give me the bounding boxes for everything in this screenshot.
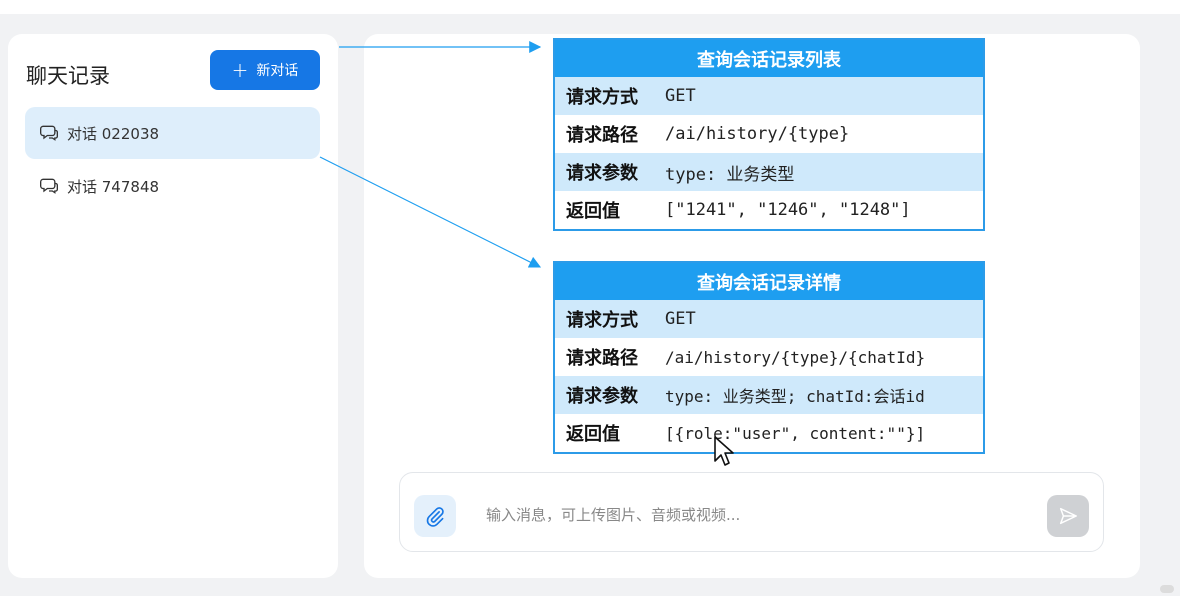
api-card-history-list: 查询会话记录列表 请求方式 GET 请求路径 /ai/history/{type…	[553, 38, 985, 231]
api-row-method: 请求方式 GET	[555, 77, 983, 115]
paperclip-icon	[426, 507, 444, 527]
api-row-value: [{role:"user", content:""}]	[665, 423, 926, 443]
api-row-key: 请求参数	[566, 386, 638, 407]
chat-bubble-icon	[40, 125, 58, 141]
api-rows: 请求方式 GET 请求路径 /ai/history/{type}/{chatId…	[555, 300, 983, 452]
chat-bubble-icon	[40, 178, 58, 194]
message-input-box[interactable]: 输入消息，可上传图片、音频或视频...	[399, 472, 1104, 552]
api-row-path: 请求路径 /ai/history/{type}/{chatId}	[555, 338, 983, 376]
mouse-cursor-icon	[714, 436, 734, 466]
api-row-value: type: 业务类型; chatId:会话id	[665, 387, 925, 406]
api-row-value: /ai/history/{type}	[665, 124, 850, 144]
api-row-key: 请求方式	[566, 87, 638, 108]
api-card-title: 查询会话记录详情	[555, 263, 983, 300]
api-row-value: GET	[665, 309, 696, 329]
attach-button[interactable]	[414, 495, 456, 537]
send-icon	[1059, 507, 1077, 525]
scrollbar-thumb[interactable]	[1160, 585, 1174, 593]
send-button[interactable]	[1047, 495, 1089, 537]
chat-item-label: 对话 747848	[67, 177, 160, 196]
api-row-value: GET	[665, 86, 696, 106]
chat-history-sidebar: 聊天记录 + 新对话 对话 022038 对话 747848	[8, 34, 338, 578]
api-row-path: 请求路径 /ai/history/{type}	[555, 115, 983, 153]
api-row-method: 请求方式 GET	[555, 300, 983, 338]
api-row-key: 返回值	[566, 424, 620, 445]
api-row-value: type: 业务类型	[665, 164, 795, 185]
chat-item-022038[interactable]: 对话 022038	[25, 107, 320, 159]
api-card-history-detail: 查询会话记录详情 请求方式 GET 请求路径 /ai/history/{type…	[553, 261, 985, 454]
api-rows: 请求方式 GET 请求路径 /ai/history/{type} 请求参数 ty…	[555, 77, 983, 229]
new-chat-label: 新对话	[256, 63, 299, 79]
api-row-return: 返回值 ["1241", "1246", "1248"]	[555, 191, 983, 229]
api-row-params: 请求参数 type: 业务类型	[555, 153, 983, 191]
message-input[interactable]: 输入消息，可上传图片、音频或视频...	[486, 504, 740, 525]
new-chat-button[interactable]: + 新对话	[210, 50, 320, 90]
api-row-value: ["1241", "1246", "1248"]	[665, 200, 911, 220]
api-row-value: /ai/history/{type}/{chatId}	[665, 347, 926, 367]
api-row-key: 请求路径	[566, 125, 638, 146]
chat-item-label: 对话 022038	[67, 124, 160, 143]
api-row-key: 请求方式	[566, 310, 638, 331]
api-row-params: 请求参数 type: 业务类型; chatId:会话id	[555, 376, 983, 414]
api-row-key: 请求参数	[566, 163, 638, 184]
plus-icon: +	[231, 58, 249, 82]
chat-item-747848[interactable]: 对话 747848	[25, 160, 320, 212]
top-bar	[0, 0, 1180, 14]
api-card-title: 查询会话记录列表	[555, 40, 983, 77]
api-row-return: 返回值 [{role:"user", content:""}]	[555, 414, 983, 452]
api-row-key: 返回值	[566, 201, 620, 222]
sidebar-title: 聊天记录	[26, 64, 110, 88]
api-row-key: 请求路径	[566, 348, 638, 369]
